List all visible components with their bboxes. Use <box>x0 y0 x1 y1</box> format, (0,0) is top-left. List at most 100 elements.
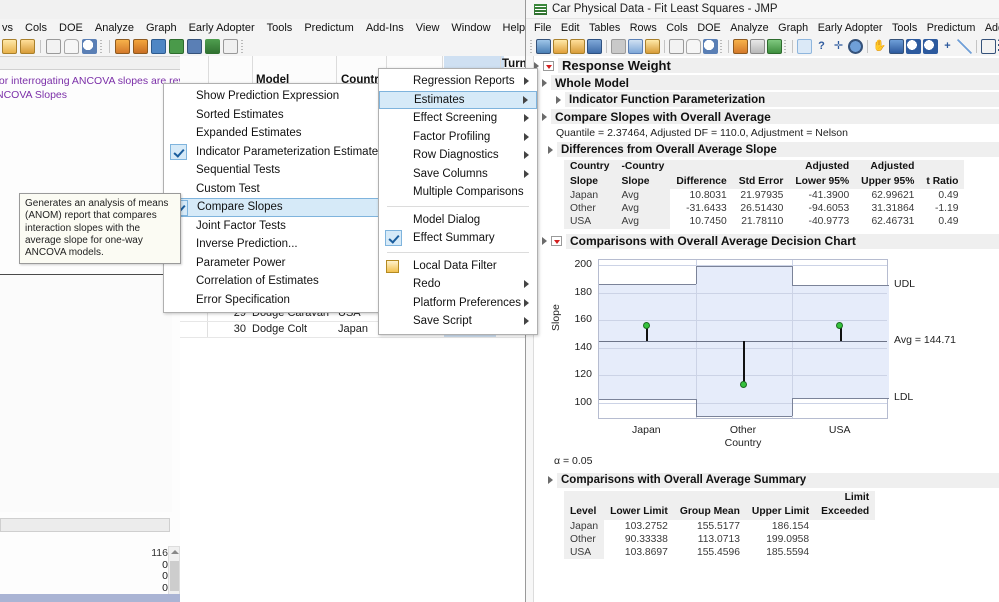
lock-icon[interactable] <box>64 39 79 54</box>
menu-item-error-specification[interactable]: Error Specification <box>164 291 392 310</box>
left-menu-item[interactable]: DOE <box>59 22 83 34</box>
menu-item-factor-profiling[interactable]: Factor Profiling <box>379 128 537 147</box>
estimates-submenu[interactable]: Show Prediction ExpressionSorted Estimat… <box>163 83 393 313</box>
left-menu-item[interactable]: vs <box>2 22 13 34</box>
title-bar[interactable]: Car Physical Data - Fit Least Squares - … <box>526 0 999 19</box>
help-question-icon[interactable]: ? <box>814 39 829 54</box>
search-icon[interactable] <box>703 39 718 54</box>
script-icon[interactable] <box>205 39 220 54</box>
right-menu-item[interactable]: Add-Ins <box>985 22 999 34</box>
magnifier-icon[interactable] <box>906 39 921 54</box>
menu-item-show-prediction-expression[interactable]: Show Prediction Expression <box>164 87 392 106</box>
lock-icon[interactable] <box>686 39 701 54</box>
left-menu-item[interactable]: Analyze <box>95 22 134 34</box>
menu-item-estimates[interactable]: Estimates <box>379 91 537 110</box>
menu-item-custom-test[interactable]: Custom Test <box>164 180 392 199</box>
scroll-up-arrow-icon[interactable] <box>171 550 179 554</box>
plus-tool-icon[interactable]: + <box>940 39 955 54</box>
menu-item-correlation-of-estimates[interactable]: Correlation of Estimates <box>164 272 392 291</box>
scrollbar-thumb[interactable] <box>170 561 179 591</box>
outline-summary[interactable]: Comparisons with Overall Average Summary <box>548 473 999 488</box>
grabber-hand-icon[interactable]: ✋ <box>872 39 887 54</box>
outline-compare-slopes-with-overall-average[interactable]: Compare Slopes with Overall Average <box>542 109 999 124</box>
text-box-icon[interactable] <box>981 39 996 54</box>
open-folder-icon[interactable] <box>570 39 585 54</box>
edit-script-icon[interactable] <box>223 39 238 54</box>
menu-item-platform-preferences[interactable]: Platform Preferences <box>379 294 537 313</box>
left-toolbar[interactable] <box>0 36 533 56</box>
open-recent-icon[interactable] <box>553 39 568 54</box>
menu-item-effect-summary[interactable]: Effect Summary <box>379 229 537 248</box>
left-menu-bar[interactable]: vs Cols DOE Analyze Graph Early Adopter … <box>0 19 533 36</box>
crosshair-icon[interactable]: ✛ <box>831 39 846 54</box>
left-menu-item[interactable]: Window <box>451 22 490 34</box>
disclosure-triangle-icon[interactable] <box>542 237 547 245</box>
disclosure-triangle-icon[interactable] <box>548 476 553 484</box>
menu-item-sequential-tests[interactable]: Sequential Tests <box>164 161 392 180</box>
group-mean-marker[interactable] <box>740 381 747 388</box>
disclosure-triangle-icon[interactable] <box>548 146 553 154</box>
paste-icon[interactable] <box>645 39 660 54</box>
arrow-select-icon[interactable] <box>797 39 812 54</box>
toolbar-grip[interactable] <box>720 40 724 53</box>
menu-item-sorted-estimates[interactable]: Sorted Estimates <box>164 106 392 125</box>
menu-item-regression-reports[interactable]: Regression Reports <box>379 72 537 91</box>
copy-icon[interactable] <box>2 39 17 54</box>
menu-item-compare-slopes[interactable]: Compare Slopes <box>164 198 392 217</box>
zoom-in-icon[interactable] <box>923 39 938 54</box>
outline-decision-chart[interactable]: Comparisons with Overall Average Decisio… <box>542 234 999 249</box>
annotate-icon[interactable] <box>848 39 863 54</box>
right-menu-item[interactable]: DOE <box>697 22 720 34</box>
right-menu-item[interactable]: File <box>534 22 551 34</box>
right-menu-item[interactable]: Cols <box>666 22 688 34</box>
right-menu-bar[interactable]: FileEditTablesRowsColsDOEAnalyzeGraphEar… <box>526 19 999 36</box>
left-menu-item[interactable]: Predictum <box>304 22 354 34</box>
outline-indicator-function-parameterization[interactable]: Indicator Function Parameterization <box>556 92 999 107</box>
menu-item-row-diagnostics[interactable]: Row Diagnostics <box>379 146 537 165</box>
fit-least-squares-window[interactable]: Car Physical Data - Fit Least Squares - … <box>525 0 999 602</box>
menu-item-save-script[interactable]: Save Script <box>379 312 537 331</box>
menu-item-expanded-estimates[interactable]: Expanded Estimates <box>164 124 392 143</box>
outline-differences-from-overall-average-slope[interactable]: Differences from Overall Average Slope <box>548 142 999 157</box>
menu-item-parameter-power[interactable]: Parameter Power <box>164 254 392 273</box>
left-menu-item[interactable]: Early Adopter <box>189 22 255 34</box>
menu-item-effect-screening[interactable]: Effect Screening <box>379 109 537 128</box>
left-menu-item[interactable]: Help <box>503 22 526 34</box>
toolbar-grip[interactable] <box>530 40 534 53</box>
left-menu-item[interactable]: Graph <box>146 22 177 34</box>
brush-icon[interactable] <box>889 39 904 54</box>
left-menu-item[interactable]: Tools <box>267 22 293 34</box>
right-menu-item[interactable]: Analyze <box>730 22 768 34</box>
paste-icon[interactable] <box>20 39 35 54</box>
cut-icon[interactable] <box>611 39 626 54</box>
anom-decision-chart[interactable]: Slope 100120140160180200JapanOtherUSACou… <box>552 253 952 449</box>
journal-icon[interactable] <box>46 39 61 54</box>
menu-item-inverse-prediction[interactable]: Inverse Prediction... <box>164 235 392 254</box>
menu-item-save-columns[interactable]: Save Columns <box>379 165 537 184</box>
outline-response-weight[interactable]: Response Weight <box>534 58 999 73</box>
red-triangle-menu-icon[interactable] <box>551 236 562 246</box>
toolbar-grip[interactable] <box>241 40 245 53</box>
right-menu-item[interactable]: Tools <box>892 22 917 34</box>
new-data-table-icon[interactable] <box>536 39 551 54</box>
menu-item-local-data-filter[interactable]: Local Data Filter <box>379 257 537 276</box>
fit-model-red-triangle-menu[interactable]: Regression ReportsEstimatesEffect Screen… <box>378 68 538 335</box>
right-menu-item[interactable]: Predictum <box>927 22 976 34</box>
group-mean-marker[interactable] <box>643 322 650 329</box>
copy-icon[interactable] <box>628 39 643 54</box>
menu-item-redo[interactable]: Redo <box>379 275 537 294</box>
right-menu-item[interactable]: Early Adopter <box>818 22 883 34</box>
toolbar-grip[interactable] <box>100 40 104 53</box>
data-table-icon[interactable] <box>733 39 748 54</box>
right-toolbar[interactable]: ? ✛ ✋ + <box>526 36 999 56</box>
outline-whole-model[interactable]: Whole Model <box>542 75 999 90</box>
chart-plot-area[interactable] <box>598 259 888 419</box>
save-icon[interactable] <box>587 39 602 54</box>
formula-icon[interactable] <box>187 39 202 54</box>
menu-item-indicator-parameterization-estimates[interactable]: Indicator Parameterization Estimates <box>164 143 392 162</box>
journal-icon[interactable] <box>669 39 684 54</box>
right-menu-item[interactable]: Tables <box>589 22 620 34</box>
line-tool-icon[interactable] <box>957 39 972 54</box>
columns-viewer-icon[interactable] <box>750 39 765 54</box>
red-triangle-menu-icon[interactable] <box>543 61 554 71</box>
